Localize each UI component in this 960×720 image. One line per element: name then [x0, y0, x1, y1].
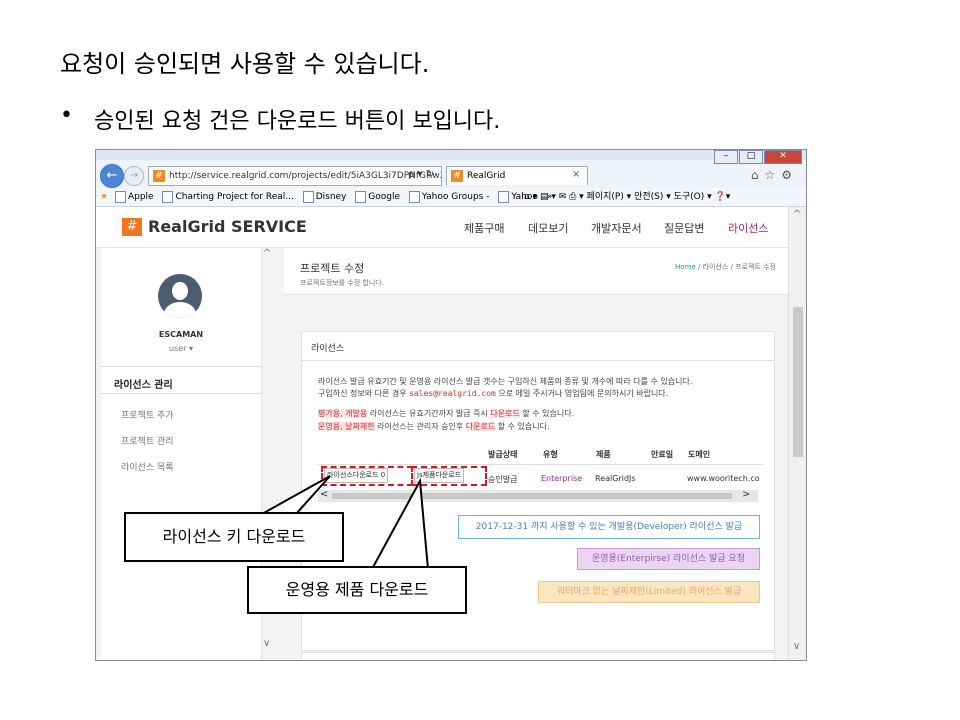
callout-product-download: 운영용 제품 다운로드 — [247, 566, 467, 614]
callout-pointers — [258, 475, 430, 570]
callout-pointer-license — [258, 475, 331, 515]
callout-license-key: 라이선스 키 다운로드 — [124, 512, 344, 562]
callout-pointer-product — [370, 477, 430, 570]
